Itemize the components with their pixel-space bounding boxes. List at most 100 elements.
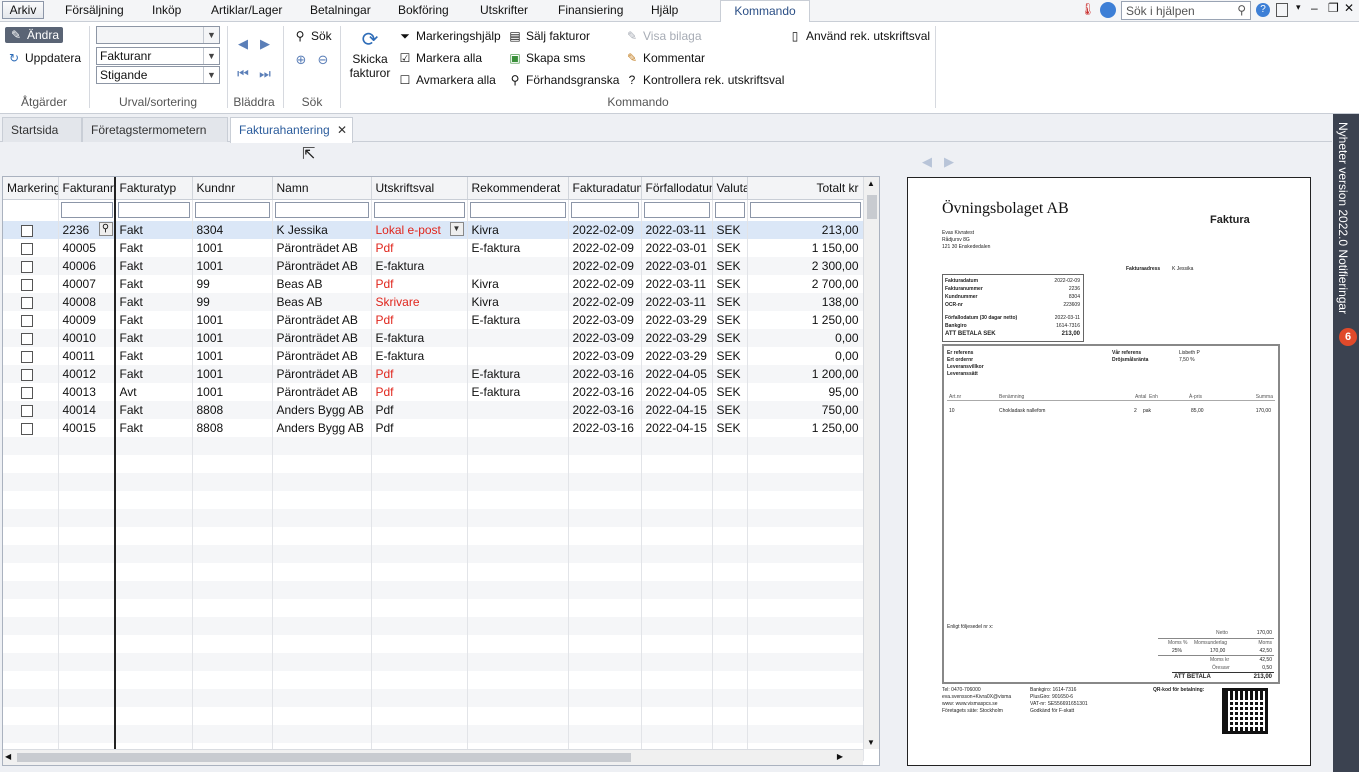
table-row[interactable]: 40015 Fakt 8808 Anders Bygg AB Pdf 2022-03-16… xyxy=(3,419,864,437)
menu-finansiering[interactable]: Finansiering xyxy=(558,3,623,17)
column-header[interactable]: Valuta xyxy=(712,177,748,200)
scroll-right-icon[interactable]: ▶ xyxy=(837,752,843,761)
andra-button[interactable]: ✎ Ändra xyxy=(5,27,64,43)
cell-utskr[interactable]: Lokal e-post ▼ xyxy=(371,221,468,239)
chevron-down-icon[interactable]: ▼ xyxy=(449,222,464,236)
minimize-icon[interactable]: – xyxy=(1311,1,1318,15)
globe-icon[interactable] xyxy=(1100,2,1116,18)
zoom-in-icon[interactable]: ⊕ xyxy=(293,52,309,68)
table-row[interactable] xyxy=(3,599,864,617)
filter-input[interactable] xyxy=(469,202,566,219)
cell-utskr[interactable]: Pdf xyxy=(371,383,468,401)
tab-fakturahantering[interactable]: Fakturahantering ✕ xyxy=(230,117,353,143)
tab-foretagstermometern[interactable]: Företagstermometern xyxy=(82,117,228,142)
cell-utskr[interactable] xyxy=(371,545,468,563)
filter-input[interactable] xyxy=(60,202,113,219)
help-icon[interactable]: ? xyxy=(1256,3,1270,17)
column-header[interactable]: Förfallodatum xyxy=(641,177,713,200)
row-checkbox[interactable] xyxy=(21,332,33,345)
cell-utskr[interactable] xyxy=(371,653,468,671)
row-checkbox[interactable] xyxy=(21,314,33,327)
avmarkera-alla-button[interactable]: ☐ Avmarkera alla xyxy=(398,73,496,87)
menu-kommando[interactable]: Kommando xyxy=(720,0,810,22)
preview-row-icon[interactable]: ⚲ xyxy=(98,222,113,236)
cell-utskr[interactable]: Pdf xyxy=(371,365,468,383)
column-header[interactable]: Markering xyxy=(3,177,59,200)
table-row[interactable] xyxy=(3,437,864,455)
table-row[interactable] xyxy=(3,563,864,581)
prev-icon[interactable]: ◀ xyxy=(235,36,251,52)
cell-utskr[interactable]: Pdf xyxy=(371,275,468,293)
sok-button[interactable]: ⚲ Sök xyxy=(293,29,332,43)
cell-utskr[interactable] xyxy=(371,617,468,635)
table-row[interactable] xyxy=(3,527,864,545)
menu-forsaljning[interactable]: Försäljning xyxy=(65,3,124,17)
filter-input[interactable] xyxy=(714,202,745,219)
cell-utskr[interactable]: Pdf xyxy=(371,239,468,257)
urval-combo[interactable]: ▼ xyxy=(96,26,220,44)
anvand-rek-button[interactable]: ▯ Använd rek. utskriftsval xyxy=(788,29,930,43)
cell-utskr[interactable] xyxy=(371,473,468,491)
cell-utskr[interactable]: Pdf xyxy=(371,401,468,419)
table-row[interactable]: 40005 Fakt 1001 Päronträdet AB Pdf E-faktura 2… xyxy=(3,239,864,257)
layout-icon[interactable] xyxy=(1276,3,1288,17)
table-row[interactable] xyxy=(3,617,864,635)
sort-field-combo[interactable]: Fakturanr ▼ xyxy=(96,47,220,65)
table-row[interactable] xyxy=(3,509,864,527)
table-row[interactable] xyxy=(3,671,864,689)
close-tab-icon[interactable]: ✕ xyxy=(337,123,347,137)
zoom-out-icon[interactable]: ⊖ xyxy=(315,52,331,68)
filter-input[interactable] xyxy=(117,202,190,219)
cell-utskr[interactable] xyxy=(371,527,468,545)
scroll-up-icon[interactable]: ▲ xyxy=(867,179,875,188)
table-row[interactable]: 40012 Fakt 1001 Päronträdet AB Pdf E-faktura 2… xyxy=(3,365,864,383)
vertical-scrollbar[interactable]: ▲ ▼ xyxy=(863,177,879,749)
cell-utskr[interactable]: E-faktura xyxy=(371,257,468,275)
filter-input[interactable] xyxy=(373,202,465,219)
row-checkbox[interactable] xyxy=(21,350,33,363)
table-row[interactable]: 40009 Fakt 1001 Päronträdet AB Pdf E-faktura 2… xyxy=(3,311,864,329)
cell-utskr[interactable]: Pdf xyxy=(371,419,468,437)
cell-utskr[interactable] xyxy=(371,707,468,725)
help-search-input[interactable]: Sök i hjälpen ⚲ xyxy=(1121,1,1251,20)
cell-utskr[interactable]: E-faktura xyxy=(371,347,468,365)
table-row[interactable] xyxy=(3,725,864,743)
table-row[interactable]: 40013 Avt 1001 Päronträdet AB Pdf E-faktura 20… xyxy=(3,383,864,401)
table-row[interactable] xyxy=(3,689,864,707)
cell-utskr[interactable] xyxy=(371,581,468,599)
filter-input[interactable] xyxy=(570,202,639,219)
uppdatera-button[interactable]: ↻ Uppdatera xyxy=(7,51,81,65)
scroll-left-icon[interactable]: ◀ xyxy=(5,752,11,761)
cell-utskr[interactable]: Pdf xyxy=(371,311,468,329)
column-header[interactable]: Rekommenderat xyxy=(467,177,569,200)
table-row[interactable] xyxy=(3,455,864,473)
table-row[interactable]: 40006 Fakt 1001 Päronträdet AB E-faktura 2022… xyxy=(3,257,864,275)
column-header[interactable]: Totalt kr xyxy=(747,177,864,200)
cell-utskr[interactable]: E-faktura xyxy=(371,329,468,347)
menu-artiklar-lager[interactable]: Artiklar/Lager xyxy=(211,3,282,17)
cell-utskr[interactable] xyxy=(371,437,468,455)
restore-icon[interactable]: ❐ xyxy=(1328,1,1339,15)
salj-fakturor-button[interactable]: ▤ Sälj fakturor xyxy=(508,29,590,43)
row-checkbox[interactable] xyxy=(21,296,33,309)
scroll-thumb[interactable] xyxy=(867,195,877,219)
row-checkbox[interactable] xyxy=(21,368,33,381)
table-row[interactable] xyxy=(3,635,864,653)
cell-utskr[interactable] xyxy=(371,689,468,707)
filter-input[interactable] xyxy=(194,202,270,219)
row-checkbox[interactable] xyxy=(21,278,33,291)
table-row[interactable]: 40008 Fakt 99 Beas AB Skrivare Kivra 2022-02-0… xyxy=(3,293,864,311)
row-checkbox[interactable] xyxy=(21,242,33,255)
table-row[interactable]: 40010 Fakt 1001 Päronträdet AB E-faktura 2022… xyxy=(3,329,864,347)
column-header[interactable]: Utskriftsval xyxy=(371,177,468,200)
close-icon[interactable]: ✕ xyxy=(1344,1,1354,15)
kommentar-button[interactable]: ✎ Kommentar xyxy=(625,51,705,65)
next-icon[interactable]: ▶ xyxy=(257,36,273,52)
cell-utskr[interactable] xyxy=(371,599,468,617)
kontrollera-button[interactable]: ? Kontrollera rek. utskriftsval xyxy=(625,73,785,87)
menu-bokforing[interactable]: Bokföring xyxy=(398,3,449,17)
thermometer-icon[interactable]: 🌡 xyxy=(1080,2,1095,18)
cell-utskr[interactable]: Skrivare xyxy=(371,293,468,311)
row-checkbox[interactable] xyxy=(21,386,33,399)
scroll-down-icon[interactable]: ▼ xyxy=(867,738,875,747)
